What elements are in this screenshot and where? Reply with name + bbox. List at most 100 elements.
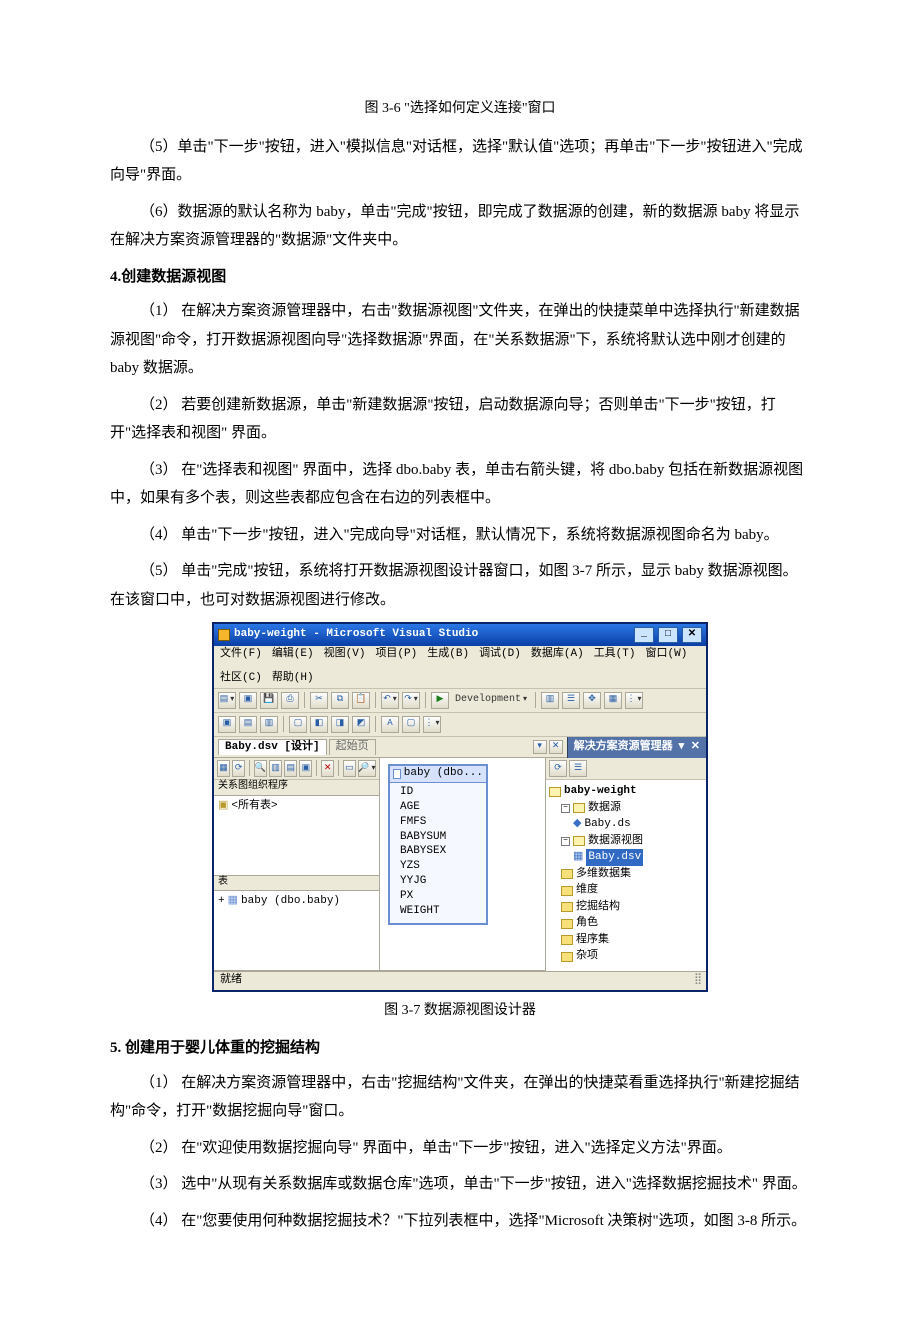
tool2-b-icon[interactable]: ▤ — [239, 716, 257, 733]
properties-icon[interactable]: ☰ — [562, 692, 580, 709]
entity-column[interactable]: BABYSEX — [400, 844, 482, 859]
menu-item[interactable]: 帮助(H) — [272, 672, 314, 686]
tool2-e-icon[interactable]: ◧ — [310, 716, 328, 733]
menu-item[interactable]: 项目(P) — [375, 648, 417, 662]
menu-item[interactable]: 数据库(A) — [531, 648, 584, 662]
zoom-level-icon[interactable]: 🔎 — [358, 760, 376, 777]
designer-toolbar[interactable]: ▦ ⟳ 🔍 ▥ ▤ ▣ ✕ ▭ 🔎 — [214, 758, 379, 780]
tool2-g-icon[interactable]: ◩ — [352, 716, 370, 733]
tool2-h-icon[interactable]: A — [381, 716, 399, 733]
figure-3-7-caption: 图 3-7 数据源视图设计器 — [110, 998, 810, 1025]
menu-item[interactable]: 工具(T) — [594, 648, 636, 662]
all-tables-node[interactable]: ▣ <所有表> — [218, 798, 375, 815]
cut-icon[interactable]: ✂ — [310, 692, 328, 709]
arrange-icon[interactable]: ▥ — [269, 760, 282, 777]
entity-columns[interactable]: IDAGEFMFSBABYSUMBABYSEXYZSYYJGPXWEIGHT — [390, 783, 486, 923]
new-project-icon[interactable]: ▤ — [218, 692, 236, 709]
table-node-baby[interactable]: + ▦ baby (dbo.baby) — [218, 893, 375, 910]
toolbar-overflow-icon[interactable]: ⋮ — [625, 692, 643, 709]
s5-para-4: （4） 在"您要使用何种数据挖掘技术？"下拉列表框中，选择"Microsoft … — [110, 1207, 810, 1236]
tab-close-icon[interactable]: ✕ — [549, 740, 563, 754]
menu-item[interactable]: 社区(C) — [220, 672, 262, 686]
zoom-icon[interactable]: ▭ — [343, 760, 356, 777]
tool2-a-icon[interactable]: ▣ — [218, 716, 236, 733]
diagram-organizer-title: 关系图组织程序 — [214, 780, 379, 796]
tool2-j-icon[interactable]: ⋮ — [423, 716, 441, 733]
config-combo[interactable]: Development — [452, 693, 530, 708]
object-browser-icon[interactable]: ▦ — [604, 692, 622, 709]
solution-explorer-title[interactable]: 解决方案资源管理器 ▾ ✕ — [567, 737, 706, 759]
entity-column[interactable]: FMFS — [400, 815, 482, 830]
entity-baby[interactable]: baby (dbo... IDAGEFMFSBABYSUMBABYSEXYZSY… — [388, 764, 488, 924]
solution-refresh-icon[interactable]: ⟳ — [549, 760, 567, 777]
s5-para-2: （2） 在"欢迎使用数据挖掘向导" 界面中，单击"下一步"按钮，进入"选择定义方… — [110, 1134, 810, 1163]
tab-start-page[interactable]: 起始页 — [329, 739, 376, 756]
menu-item[interactable]: 生成(B) — [427, 648, 469, 662]
figure-3-6-caption: 图 3-6 "选择如何定义连接"窗口 — [110, 96, 810, 123]
delete-icon[interactable]: ✕ — [321, 760, 334, 777]
close-button[interactable]: ✕ — [682, 627, 702, 643]
toolbar-secondary[interactable]: ▣ ▤ ▥ ▢ ◧ ◨ ◩ A ▢ ⋮ — [214, 713, 706, 737]
save-all-icon[interactable]: ⎙ — [281, 692, 299, 709]
menu-item[interactable]: 视图(V) — [324, 648, 366, 662]
menu-item[interactable]: 文件(F) — [220, 648, 262, 662]
entity-title: baby (dbo... — [404, 767, 483, 781]
tree-baby-dsv[interactable]: ▦Baby.dsv — [549, 849, 703, 866]
s4-para-4: （4） 单击"下一步"按钮，进入"完成向导"对话框，默认情况下，系统将数据源视图… — [110, 521, 810, 550]
entity-column[interactable]: AGE — [400, 800, 482, 815]
open-icon[interactable]: ▣ — [239, 692, 257, 709]
s5-para-3: （3） 选中"从现有关系数据库或数据仓库"选项，单击"下一步"按钮，进入"选择数… — [110, 1170, 810, 1199]
tool2-i-icon[interactable]: ▢ — [402, 716, 420, 733]
window-title: baby-weight - Microsoft Visual Studio — [234, 628, 478, 642]
toolbar-main[interactable]: ▤ ▣ 💾 ⎙ ✂ ⧉ 📋 ↶ ↷ ▶ Development ▥ ☰ ✥ ▦ … — [214, 689, 706, 713]
entity-column[interactable]: PX — [400, 889, 482, 904]
entity-column[interactable]: WEIGHT — [400, 904, 482, 919]
visual-studio-window: baby-weight - Microsoft Visual Studio _ … — [212, 622, 708, 992]
s4-para-1: （1） 在解决方案资源管理器中，右击"数据源视图"文件夹，在弹出的快捷菜单中选择… — [110, 297, 810, 383]
maximize-button[interactable]: □ — [658, 627, 678, 643]
tool2-c-icon[interactable]: ▥ — [260, 716, 278, 733]
named-calc-icon[interactable]: ▣ — [299, 760, 312, 777]
start-debug-icon[interactable]: ▶ — [431, 692, 449, 709]
solution-explorer-icon[interactable]: ▥ — [541, 692, 559, 709]
save-icon[interactable]: 💾 — [260, 692, 278, 709]
body-para-6: （6）数据源的默认名称为 baby，单击"完成"按钮，即完成了数据源的创建，新的… — [110, 198, 810, 255]
tab-baby-dsv[interactable]: Baby.dsv [设计] — [218, 739, 327, 756]
tool2-d-icon[interactable]: ▢ — [289, 716, 307, 733]
tables-pane-title: 表 — [214, 876, 379, 892]
statusbar: 就绪 ⣿ — [214, 971, 706, 990]
undo-icon[interactable]: ↶ — [381, 692, 399, 709]
s4-para-2: （2） 若要创建新数据源，单击"新建数据源"按钮，启动数据源向导；否则单击"下一… — [110, 391, 810, 448]
s4-para-3: （3） 在"选择表和视图" 界面中，选择 dbo.baby 表，单击右箭头键，将… — [110, 456, 810, 513]
solution-properties-icon[interactable]: ☰ — [569, 760, 587, 777]
menu-item[interactable]: 编辑(E) — [272, 648, 314, 662]
refresh-icon[interactable]: ⟳ — [232, 760, 245, 777]
entity-column[interactable]: YZS — [400, 859, 482, 874]
entity-column[interactable]: ID — [400, 785, 482, 800]
named-query-icon[interactable]: ▤ — [284, 760, 297, 777]
solution-tree[interactable]: baby-weight −数据源 ◆Baby.ds −数据源视图 ▦Baby.d… — [546, 780, 706, 971]
section-5-heading: 5. 创建用于婴儿体重的挖掘结构 — [110, 1034, 810, 1063]
section-4-heading: 4.创建数据源视图 — [110, 263, 810, 292]
redo-icon[interactable]: ↷ — [402, 692, 420, 709]
s5-para-1: （1） 在解决方案资源管理器中，右击"挖掘结构"文件夹，在弹出的快捷菜看重选择执… — [110, 1069, 810, 1126]
entity-column[interactable]: BABYSUM — [400, 830, 482, 845]
tool2-f-icon[interactable]: ◨ — [331, 716, 349, 733]
menu-item[interactable]: 窗口(W) — [646, 648, 688, 662]
add-table-icon[interactable]: ▦ — [217, 760, 230, 777]
menubar[interactable]: 文件(F) 编辑(E) 视图(V) 项目(P) 生成(B) 调试(D) 数据库(A) 工具(T… — [214, 646, 706, 689]
entity-column[interactable]: YYJG — [400, 874, 482, 889]
app-icon — [218, 629, 230, 641]
toolbox-icon[interactable]: ✥ — [583, 692, 601, 709]
copy-icon[interactable]: ⧉ — [331, 692, 349, 709]
s4-para-5: （5） 单击"完成"按钮，系统将打开数据源视图设计器窗口，如图 3-7 所示，显… — [110, 557, 810, 614]
body-para-5: （5）单击"下一步"按钮，进入"模拟信息"对话框，选择"默认值"选项；再单击"下… — [110, 133, 810, 190]
doc-tabs[interactable]: Baby.dsv [设计] 起始页 ▾ ✕ — [214, 737, 567, 759]
find-icon[interactable]: 🔍 — [254, 760, 267, 777]
minimize-button[interactable]: _ — [634, 627, 654, 643]
table-icon — [393, 769, 401, 779]
paste-icon[interactable]: 📋 — [352, 692, 370, 709]
titlebar[interactable]: baby-weight - Microsoft Visual Studio _ … — [214, 624, 706, 646]
menu-item[interactable]: 调试(D) — [479, 648, 521, 662]
tab-dropdown-icon[interactable]: ▾ — [533, 740, 547, 754]
